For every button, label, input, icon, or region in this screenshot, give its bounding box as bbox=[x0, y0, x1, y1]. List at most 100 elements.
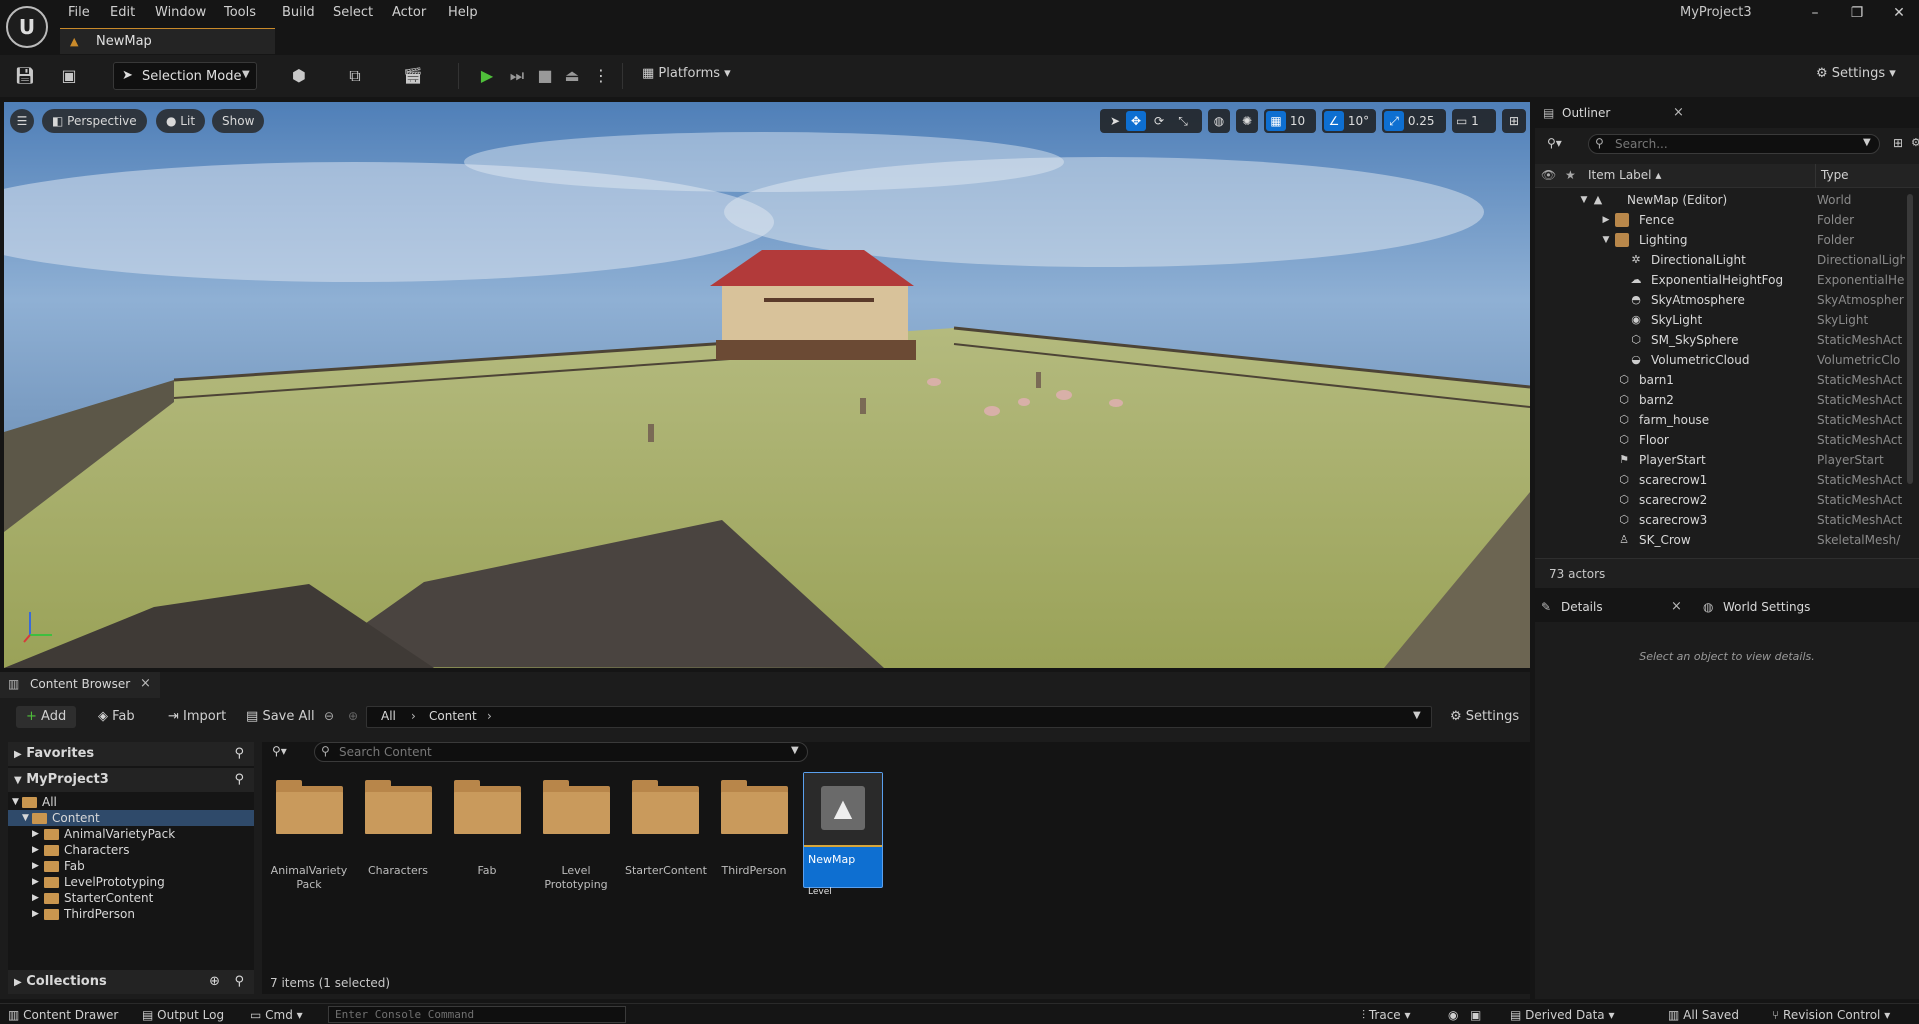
content-settings-button[interactable]: ⚙ Settings bbox=[1444, 706, 1525, 728]
back-icon[interactable]: ⊖ bbox=[324, 709, 334, 723]
outliner-row[interactable]: ⬡ farm_house StaticMeshAct bbox=[1535, 410, 1905, 430]
expand-arrow-icon[interactable]: ▶ bbox=[1599, 213, 1613, 227]
forward-icon[interactable]: ⊕ bbox=[348, 709, 358, 723]
import-button[interactable]: ⇥ Import bbox=[162, 706, 232, 728]
outliner-row[interactable]: ▶ Fence Folder bbox=[1535, 210, 1905, 230]
search-icon[interactable]: ⚲ bbox=[234, 970, 244, 994]
asset-tile-selected[interactable]: ▲ NewMap Level bbox=[803, 772, 883, 897]
cinematics-icon[interactable]: 🎬︎ bbox=[402, 65, 424, 87]
asset-tile[interactable]: Level Prototyping bbox=[536, 772, 616, 891]
close-tab-icon[interactable]: × bbox=[1673, 105, 1684, 120]
select-tool-icon[interactable]: ➤ bbox=[1104, 109, 1126, 133]
outliner-scrollbar[interactable] bbox=[1907, 194, 1913, 484]
tree-item-characters[interactable]: ▶ Characters bbox=[8, 842, 254, 858]
lit-button[interactable]: ● Lit bbox=[156, 109, 206, 133]
outliner-row[interactable]: ⬡ scarecrow2 StaticMeshAct bbox=[1535, 490, 1905, 510]
blueprint-icon[interactable]: ⧉ bbox=[344, 65, 366, 87]
search-icon[interactable]: ⚲ bbox=[234, 768, 244, 792]
content-browser-tab[interactable]: ▥ Content Browser × bbox=[0, 672, 160, 698]
breadcrumb-separator-icon[interactable]: › bbox=[487, 709, 492, 723]
menu-build[interactable]: Build bbox=[276, 3, 321, 23]
collections-section[interactable]: ▶ Collections ⊕ ⚲ bbox=[8, 970, 254, 994]
content-drawer-button[interactable]: ▥ Content Drawer bbox=[8, 1006, 118, 1024]
asset-tile[interactable]: Characters bbox=[358, 772, 438, 888]
viewport-layout-icon[interactable]: ⊞ bbox=[1502, 109, 1526, 133]
close-tab-icon[interactable]: × bbox=[140, 676, 151, 691]
outliner-row[interactable]: ▼ Lighting Folder bbox=[1535, 230, 1905, 250]
play-icon[interactable]: ▶ bbox=[476, 65, 498, 87]
outliner-row[interactable]: ◒ VolumetricCloud VolumetricClo bbox=[1535, 350, 1905, 370]
outliner-row[interactable]: ⬡ scarecrow3 StaticMeshAct bbox=[1535, 510, 1905, 530]
tree-item-levelprototyping[interactable]: ▶ LevelPrototyping bbox=[8, 874, 254, 890]
eject-icon[interactable]: ⏏︎ bbox=[561, 65, 583, 87]
tree-item-thirdperson[interactable]: ▶ ThirdPerson bbox=[8, 906, 254, 922]
platforms-button[interactable]: ▦ Platforms ▾ bbox=[642, 66, 731, 81]
pin-icon[interactable]: ★ bbox=[1565, 168, 1576, 182]
expand-arrow-icon[interactable]: ▼ bbox=[1577, 193, 1591, 207]
visibility-icon[interactable]: 👁︎ bbox=[1541, 168, 1556, 182]
level-tab[interactable]: ▲ NewMap bbox=[60, 28, 275, 54]
menu-tools[interactable]: Tools bbox=[218, 3, 262, 23]
browse-icon[interactable]: ▣ bbox=[58, 65, 80, 87]
trace-dropdown[interactable]: ⫶ Trace ▾ bbox=[1362, 1006, 1411, 1024]
restore-icon[interactable]: ❐ bbox=[1844, 2, 1870, 24]
tree-item-fab[interactable]: ▶ Fab bbox=[8, 858, 254, 874]
settings-button[interactable]: ⚙ Settings ▾ bbox=[1816, 66, 1896, 81]
add-button[interactable]: + Add bbox=[16, 706, 77, 728]
console-input[interactable]: Enter Console Command bbox=[328, 1006, 626, 1023]
outliner-row[interactable]: ⚑ PlayerStart PlayerStart bbox=[1535, 450, 1905, 470]
tree-item-animalvarietypack[interactable]: ▶ AnimalVarietyPack bbox=[8, 826, 254, 842]
type-column[interactable]: Type bbox=[1821, 168, 1849, 182]
menu-help[interactable]: Help bbox=[442, 3, 484, 23]
filter-icon[interactable]: ⚲▾ bbox=[1547, 136, 1562, 150]
add-collection-icon[interactable]: ⊕ bbox=[209, 970, 220, 994]
favorites-section[interactable]: ▶ Favorites ⚲ bbox=[8, 742, 254, 766]
outliner-search-input[interactable]: ⚲ Search... ▼ bbox=[1588, 134, 1880, 154]
content-search-input[interactable]: ⚲ Search Content ▼ bbox=[314, 742, 808, 762]
menu-edit[interactable]: Edit bbox=[104, 3, 141, 23]
derived-data-dropdown[interactable]: ▤ Derived Data ▾ bbox=[1510, 1006, 1614, 1024]
filter-icon[interactable]: ⚲▾ bbox=[272, 744, 287, 758]
tree-item-content[interactable]: ▼ Content bbox=[8, 810, 254, 826]
output-log-button[interactable]: ▤ Output Log bbox=[142, 1006, 224, 1024]
search-icon[interactable]: ⚲ bbox=[234, 742, 244, 766]
selection-mode-dropdown[interactable]: ➤ Selection Mode ▼ bbox=[113, 62, 257, 90]
outliner-row[interactable]: ◉ SkyLight SkyLight bbox=[1535, 310, 1905, 330]
revision-control-dropdown[interactable]: ⑂ Revision Control ▾ bbox=[1772, 1006, 1890, 1024]
outliner-row[interactable]: ☁ ExponentialHeightFog ExponentialHe bbox=[1535, 270, 1905, 290]
world-local-icon[interactable]: ◍ bbox=[1208, 109, 1230, 133]
close-icon[interactable]: ✕ bbox=[1886, 2, 1912, 24]
outliner-row[interactable]: ⬡ Floor StaticMeshAct bbox=[1535, 430, 1905, 450]
outliner-row[interactable]: ◓ SkyAtmosphere SkyAtmospher bbox=[1535, 290, 1905, 310]
add-actor-icon[interactable]: ⬢ bbox=[288, 65, 310, 87]
surface-snap-icon[interactable]: ✺ bbox=[1236, 109, 1258, 133]
minimize-icon[interactable]: – bbox=[1802, 2, 1828, 24]
outliner-row[interactable]: ⬡ scarecrow1 StaticMeshAct bbox=[1535, 470, 1905, 490]
grid-snap-button[interactable]: ▦ 10 bbox=[1264, 109, 1316, 133]
save-all-button[interactable]: ▤ Save All bbox=[240, 706, 321, 728]
tab-details[interactable]: Details bbox=[1561, 600, 1603, 614]
tree-item-startercontent[interactable]: ▶ StarterContent bbox=[8, 890, 254, 906]
gear-icon[interactable]: ⚙ bbox=[1911, 136, 1919, 149]
move-tool-icon[interactable]: ✥ bbox=[1126, 111, 1146, 131]
menu-file[interactable]: File bbox=[62, 3, 96, 23]
menu-actor[interactable]: Actor bbox=[386, 3, 432, 23]
show-button[interactable]: Show bbox=[212, 109, 265, 133]
menu-select[interactable]: Select bbox=[327, 3, 379, 23]
outliner-row[interactable]: ⬡ SM_SkySphere StaticMeshAct bbox=[1535, 330, 1905, 350]
close-tab-icon[interactable]: × bbox=[1671, 599, 1682, 614]
fab-button[interactable]: ◈ Fab bbox=[92, 706, 141, 728]
perspective-button[interactable]: ◧ Perspective bbox=[42, 109, 147, 133]
tree-item-all[interactable]: ▼ All bbox=[8, 794, 254, 810]
camera-speed-button[interactable]: ▭ 1 bbox=[1452, 109, 1496, 133]
screenshot-icon[interactable]: ▣ bbox=[1470, 1006, 1481, 1024]
rotation-snap-button[interactable]: ∠ 10° bbox=[1322, 109, 1376, 133]
rotate-tool-icon[interactable]: ⟳ bbox=[1146, 109, 1172, 133]
outliner-row[interactable]: ♙ SK_Crow SkeletalMesh/ bbox=[1535, 530, 1905, 550]
menu-window[interactable]: Window bbox=[149, 3, 212, 23]
project-section[interactable]: ▼ MyProject3 ⚲ bbox=[8, 768, 254, 792]
asset-tile[interactable]: AnimalVariety Pack bbox=[269, 772, 349, 891]
item-label-column[interactable]: Item Label ▴ bbox=[1588, 168, 1661, 182]
save-icon[interactable]: 💾︎ bbox=[14, 65, 36, 87]
scale-snap-button[interactable]: ⤢ 0.25 bbox=[1382, 109, 1446, 133]
